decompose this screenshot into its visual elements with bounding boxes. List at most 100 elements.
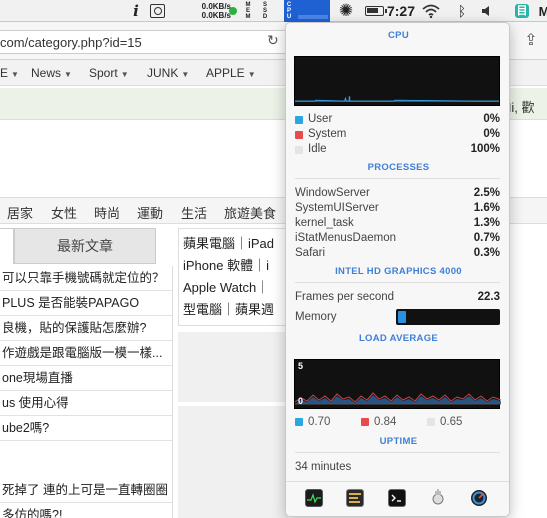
bluetooth-icon[interactable]: ᛒ xyxy=(456,0,468,22)
load-average-graph-plot xyxy=(295,392,501,405)
url-text[interactable]: com/category.php?id=15 xyxy=(0,35,142,50)
process-name: iStatMenusDaemon xyxy=(295,232,396,244)
process-row[interactable]: WindowServer 2.5% xyxy=(295,187,500,202)
bluetooth-glyph: ᛒ xyxy=(457,3,467,19)
mem-label: MEM xyxy=(245,2,251,20)
clock-text: 7:27 xyxy=(386,3,416,19)
list-item[interactable]: us 使用心得 xyxy=(0,391,172,416)
cpu-menu-label: CPU xyxy=(286,2,292,20)
nav-label: E xyxy=(0,66,9,80)
volume-icon-graphic xyxy=(482,6,489,16)
gpu-icon[interactable]: ✺ xyxy=(337,0,355,22)
list-item[interactable]: 死掉了 連的上可是一直轉圈圈 xyxy=(0,478,172,503)
screenshot-icon[interactable] xyxy=(149,0,165,22)
divider xyxy=(295,282,500,283)
terminal-icon[interactable] xyxy=(388,489,406,507)
nav-item-news[interactable]: News ▼ xyxy=(31,66,72,80)
info-glyph: i xyxy=(133,2,139,20)
list-item[interactable]: 可以只靠手機號碼就定位的？ xyxy=(0,266,172,291)
wifi-icon-graphic xyxy=(422,4,440,18)
nav-item-sport[interactable]: Sport ▼ xyxy=(89,66,129,80)
gpu-memory-bar xyxy=(396,309,500,325)
category-item[interactable]: 旅遊美食 xyxy=(224,203,276,222)
process-row[interactable]: kernel_task 1.3% xyxy=(295,217,500,232)
chevron-down-icon: ▼ xyxy=(120,70,129,79)
list-item[interactable]: one現場直播 xyxy=(0,366,172,391)
category-item[interactable]: 運動 xyxy=(137,203,163,222)
list-item xyxy=(0,441,172,478)
process-value: 2.5% xyxy=(473,187,500,199)
load-5min: 0.84 xyxy=(361,416,421,431)
list-item[interactable]: ube2嗎? xyxy=(0,416,172,441)
list-item[interactable]: 良機，貼的保護貼怎麼辦? xyxy=(0,316,172,341)
category-link-line[interactable]: 型電腦｜蘋果週 xyxy=(183,299,283,321)
list-item[interactable]: 多仿的嗎?! xyxy=(0,503,172,518)
ad-placeholder xyxy=(178,406,288,518)
info-icon[interactable]: i xyxy=(130,0,142,22)
cpu-menu[interactable]: CPU xyxy=(284,0,330,22)
load-section-title: LOAD AVERAGE xyxy=(358,333,439,344)
nav-item-junk[interactable]: JUNK ▼ xyxy=(147,66,189,80)
wifi-icon[interactable] xyxy=(422,0,440,22)
net-up-rate: 0.0KB/s xyxy=(201,2,231,11)
category-item[interactable]: 居家 xyxy=(7,203,33,222)
list-item[interactable]: PLUS 是否能裝PAPAGO xyxy=(0,291,172,316)
process-name: SystemUIServer xyxy=(295,202,379,214)
idle-swatch xyxy=(295,146,303,154)
istat-icon[interactable] xyxy=(470,489,488,507)
category-link-line[interactable]: iPhone 軟體｜i xyxy=(183,255,283,277)
istat-glyph xyxy=(471,490,487,506)
tab-latest-articles[interactable]: 最新文章 xyxy=(14,228,156,264)
battery-icon[interactable] xyxy=(364,0,387,22)
disk-menu[interactable]: SSD xyxy=(259,0,271,22)
process-row[interactable]: iStatMenusDaemon 0.7% xyxy=(295,232,500,247)
category-item[interactable]: 女性 xyxy=(51,203,77,222)
nav-item-apple[interactable]: APPLE ▼ xyxy=(206,66,256,80)
tab-left[interactable] xyxy=(0,228,14,264)
reload-icon[interactable]: ↻ xyxy=(267,32,279,49)
console-glyph xyxy=(349,493,361,503)
volume-icon[interactable] xyxy=(480,0,494,22)
process-row[interactable]: Safari 0.3% xyxy=(295,247,500,262)
network-status-icon xyxy=(228,0,238,22)
stat-value: 0% xyxy=(483,128,500,140)
list-item[interactable]: 作遊戲是跟電腦版一模一樣... xyxy=(0,341,172,366)
nav-item-e[interactable]: E ▼ xyxy=(0,66,19,80)
load-1min: 0.70 xyxy=(295,416,355,431)
ad-placeholder xyxy=(178,332,288,402)
memory-menu[interactable]: MEM xyxy=(242,0,254,22)
app2-glyph: M xyxy=(538,3,547,19)
fps-value: 22.3 xyxy=(477,291,500,303)
category-link-line[interactable]: Apple Watch｜ xyxy=(183,277,283,299)
load-1min-swatch xyxy=(295,418,303,426)
activity-monitor-glyph xyxy=(307,493,321,504)
process-value: 1.3% xyxy=(473,217,500,229)
user-swatch xyxy=(295,116,303,124)
stat-value: 0% xyxy=(483,113,500,125)
terminal-glyph xyxy=(391,494,401,502)
category-item[interactable]: 生活 xyxy=(181,203,207,222)
nav-label: News xyxy=(31,66,62,80)
activity-monitor-icon[interactable] xyxy=(305,489,323,507)
console-icon[interactable] xyxy=(346,489,364,507)
app-menu-icon-2[interactable]: M xyxy=(539,0,547,22)
clock[interactable]: 7:27 xyxy=(386,0,416,22)
category-item[interactable]: 時尚 xyxy=(94,203,120,222)
uptime-section-title: UPTIME xyxy=(379,436,418,447)
app-menu-icon[interactable]: 目 xyxy=(514,0,530,22)
system-info-icon[interactable] xyxy=(429,489,447,507)
stat-label: User xyxy=(308,113,333,125)
app1-glyph: 目 xyxy=(515,4,529,18)
stat-value: 100% xyxy=(470,143,500,155)
load-average-graph: 5 0 xyxy=(294,359,501,409)
network-speed-menu[interactable]: 0.0KB/s 0.0KB/s xyxy=(185,0,231,22)
cpu-stat-system: System 0% xyxy=(295,128,500,143)
load-graph-min: 0 xyxy=(298,396,304,406)
cpu-menu-bar xyxy=(298,15,328,19)
chevron-down-icon: ▼ xyxy=(247,70,256,79)
category-links-panel: 蘋果電腦｜iPad iPhone 軟體｜i Apple Watch｜ 型電腦｜蘋… xyxy=(178,228,288,326)
share-icon[interactable]: ⇪ xyxy=(520,30,542,52)
divider xyxy=(286,481,509,482)
process-row[interactable]: SystemUIServer 1.6% xyxy=(295,202,500,217)
category-link-line[interactable]: 蘋果電腦｜iPad xyxy=(183,233,283,255)
